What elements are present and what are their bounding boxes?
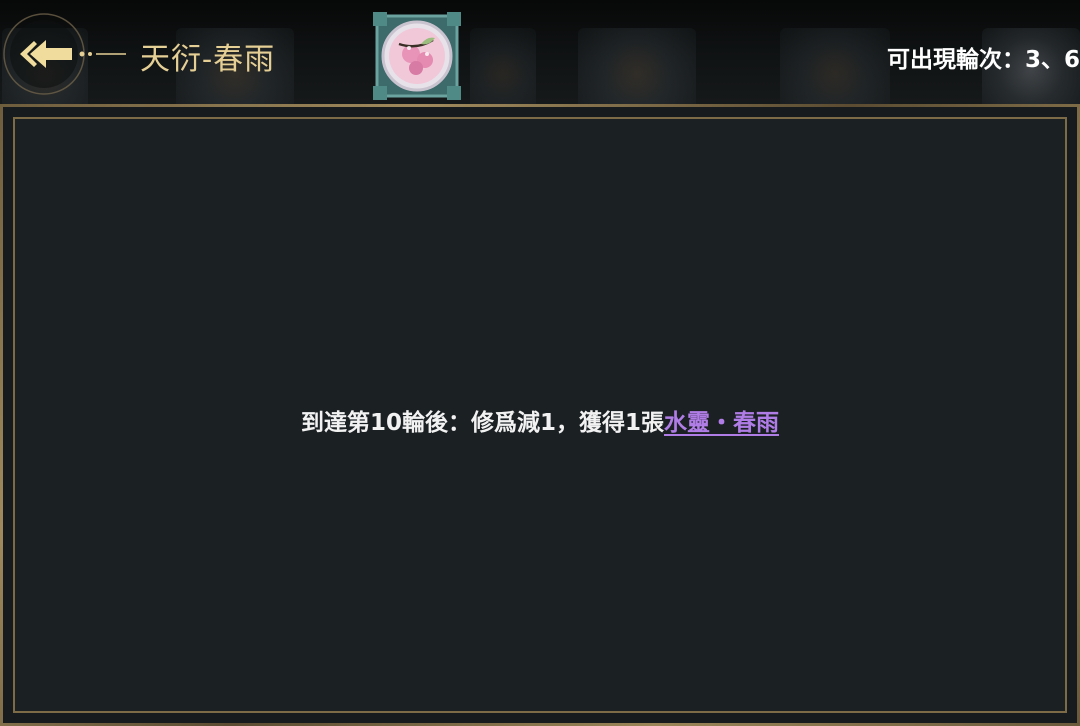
description-panel: 到達第10輪後：修爲減1，獲得1張水靈・春雨 — [13, 117, 1067, 713]
event-title: 天衍-春雨 — [140, 42, 276, 77]
event-description: 到達第10輪後：修爲減1，獲得1張水靈・春雨 — [15, 403, 1065, 437]
event-detail-screen: 天衍-春雨 可出現輪次：3、6 到達第10輪後：修爲減1，獲得1張水靈・春雨 — [0, 0, 1080, 726]
cherry-blossom-skill-icon[interactable] — [371, 10, 463, 102]
description-panel-frame: 到達第10輪後：修爲減1，獲得1張水靈・春雨 — [0, 104, 1080, 726]
header-bar: 天衍-春雨 可出現輪次：3、6 — [0, 0, 1080, 104]
description-text: 到達第10輪後：修爲減1，獲得1張 — [300, 410, 664, 436]
description-panel-border: 到達第10輪後：修爲減1，獲得1張水靈・春雨 — [3, 107, 1077, 723]
header-background-card — [470, 28, 536, 104]
card-link-water-spirit-spring-rain[interactable]: 水靈・春雨 — [664, 410, 779, 436]
back-button[interactable] — [0, 8, 126, 100]
header-background-card — [578, 28, 696, 104]
header-background-card — [780, 28, 890, 104]
available-rounds-label: 可出現輪次：3、6 — [886, 47, 1080, 73]
back-arrow-icon — [3, 13, 126, 95]
